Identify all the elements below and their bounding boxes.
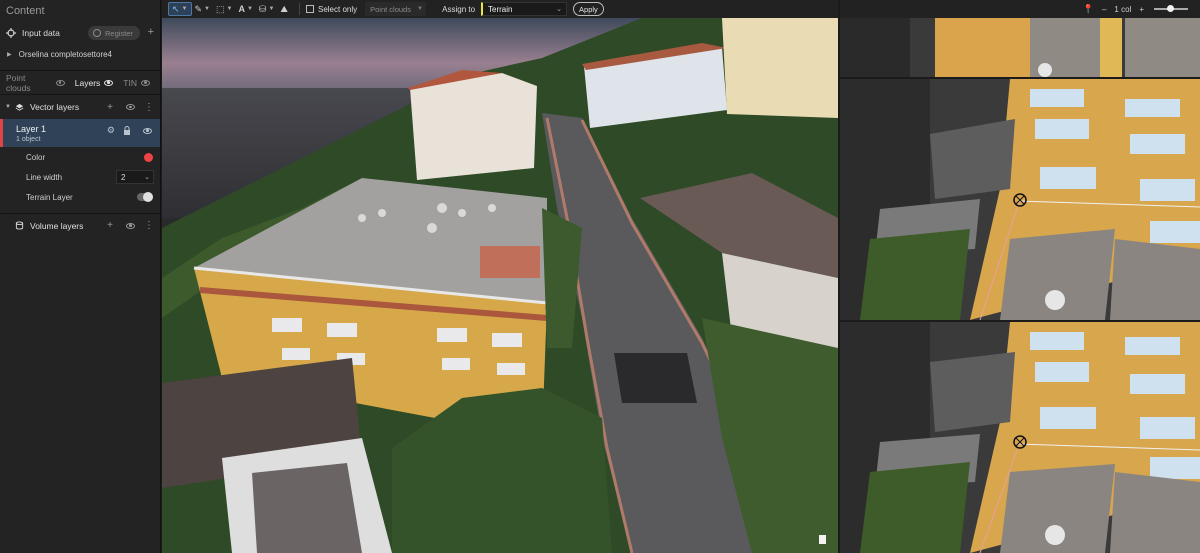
text-icon: A (238, 4, 245, 14)
register-icon (93, 29, 101, 37)
eye-icon[interactable] (104, 79, 114, 86)
add-input-icon[interactable]: + (148, 26, 154, 38)
select-only-checkbox[interactable] (305, 5, 314, 13)
vector-layers-header[interactable]: ▼ Vector layers + ⋮ (0, 95, 160, 119)
content-tabs: Point clouds Layers TIN (0, 71, 160, 95)
chevron-down-icon: ▼ (181, 6, 188, 12)
select-only-label: Select only (317, 4, 358, 14)
eye-icon[interactable] (141, 79, 150, 86)
cylinder-icon: ⛁ (258, 3, 267, 14)
eye-icon[interactable] (143, 127, 152, 134)
assign-to-value: Terrain (488, 4, 513, 14)
eye-icon[interactable] (126, 104, 135, 110)
side-view-2[interactable] (840, 79, 1200, 320)
zoom-in-icon[interactable]: + (1139, 5, 1144, 14)
input-data-icon (6, 28, 16, 38)
cursor-icon: ↖ (172, 3, 180, 14)
assign-to-label: Assign to (442, 4, 476, 14)
terrain-layer-toggle[interactable] (137, 192, 153, 202)
zoom-out-icon[interactable]: – (1102, 5, 1106, 14)
tab-label: Layers (74, 77, 101, 88)
expand-caret-icon[interactable]: ▶ (7, 51, 12, 58)
dataset-item[interactable]: ▶ Orselina completosettore4 (0, 44, 160, 64)
tab-label: Point clouds (6, 72, 31, 93)
view-size-slider[interactable] (1154, 5, 1188, 12)
cursor-tool-button[interactable]: ↖ ▼ (168, 2, 192, 16)
terrain-layer-label: Terrain Layer (26, 192, 73, 202)
toolbar-divider (298, 3, 300, 15)
line-width-select[interactable]: 2 ⌄ (116, 170, 154, 184)
volume-layers-header[interactable]: Volume layers + ⋮ (0, 213, 160, 237)
line-width-label: Line width (26, 172, 63, 182)
box-select-icon: ⬚ (216, 3, 225, 14)
eye-icon[interactable] (126, 222, 135, 229)
top-toolbar: ↖ ▼ ✎ ▼ ⬚ ▼ A ▼ ⛁ ▼ ⛰ Select only Point cloud… (162, 0, 838, 18)
eye-icon[interactable] (55, 79, 65, 86)
bookmark-icon[interactable] (819, 535, 826, 544)
color-row: Color (0, 147, 160, 167)
main-3d-viewport[interactable] (162, 18, 838, 553)
line-width-row: Line width 2 ⌄ (0, 167, 160, 187)
side-view-1-scene (840, 18, 1200, 77)
color-label: Color (26, 152, 46, 162)
chevron-down-icon: ▼ (268, 6, 275, 12)
chevron-down-icon: ▼ (204, 6, 210, 12)
apply-button[interactable]: Apply (573, 2, 604, 16)
pin-icon[interactable]: 📍 (1083, 4, 1094, 15)
pen-icon: ✎ (194, 3, 203, 14)
chevron-down-icon: ▼ (226, 6, 233, 12)
layer-object-count: 1 object (16, 135, 41, 143)
chevron-down-icon: ⌄ (144, 174, 150, 181)
more-menu-icon[interactable]: ⋮ (144, 220, 154, 231)
register-button[interactable]: Register (88, 26, 140, 40)
point-clouds-select[interactable]: Point clouds ▼ (365, 2, 427, 16)
tab-label: TIN (123, 77, 137, 88)
terrain-icon: ⛰ (280, 3, 288, 14)
more-menu-icon[interactable]: ⋮ (144, 102, 154, 113)
lock-icon[interactable] (123, 126, 131, 135)
tab-point-clouds[interactable]: Point clouds (6, 73, 65, 93)
volume-layers-label: Volume layers (30, 220, 84, 231)
side-view-3[interactable] (840, 322, 1200, 553)
text-tool-button[interactable]: A ▼ (235, 2, 255, 16)
add-layer-icon[interactable]: + (107, 102, 113, 113)
chevron-down-icon: ▼ (246, 6, 253, 12)
collapse-caret-icon[interactable]: ▼ (5, 104, 11, 110)
color-swatch[interactable] (144, 152, 153, 162)
columns-label: 1 col (1114, 4, 1132, 14)
chevron-down-icon: ⌄ (556, 6, 563, 13)
terrain-tool-button[interactable]: ⛰ (277, 2, 291, 16)
dataset-label: Orselina completosettore4 (18, 49, 113, 59)
layers-icon (15, 103, 24, 111)
side-view-3-scene (840, 322, 1200, 553)
register-label: Register (105, 28, 133, 38)
input-data-label: Input data (22, 28, 60, 38)
tab-layers[interactable]: Layers (75, 78, 114, 88)
layer-name: Layer 1 (16, 123, 47, 134)
pen-tool-button[interactable]: ✎ ▼ (192, 2, 214, 16)
point-cloud-scene (162, 18, 838, 553)
vector-layers-label: Vector layers (29, 102, 80, 112)
add-layer-icon[interactable]: + (107, 220, 113, 231)
box-select-tool-button[interactable]: ⬚ ▼ (213, 2, 235, 16)
panel-title: Content (6, 5, 45, 17)
line-width-value: 2 (121, 172, 126, 182)
content-panel: Content Input data Register + ▶ Orselina… (0, 0, 161, 553)
point-clouds-placeholder: Point clouds (370, 4, 411, 14)
gear-icon[interactable]: ⚙ (107, 125, 115, 136)
side-view-2-scene (840, 79, 1200, 320)
terrain-layer-row: Terrain Layer (0, 187, 160, 207)
side-view-toolbar: 📍 – 1 col + (840, 0, 1200, 18)
cylinder-tool-button[interactable]: ⛁ ▼ (256, 2, 278, 16)
chevron-down-icon: ▼ (417, 6, 424, 12)
side-view-1[interactable] (840, 18, 1200, 77)
assign-to-select[interactable]: Terrain ⌄ (481, 2, 568, 16)
layer-item-layer-1[interactable]: Layer 1 1 object ⚙ (0, 119, 160, 147)
cylinder-icon (15, 221, 24, 230)
tab-tin[interactable]: TIN (123, 78, 150, 88)
input-data-row[interactable]: Input data Register + (0, 22, 160, 44)
